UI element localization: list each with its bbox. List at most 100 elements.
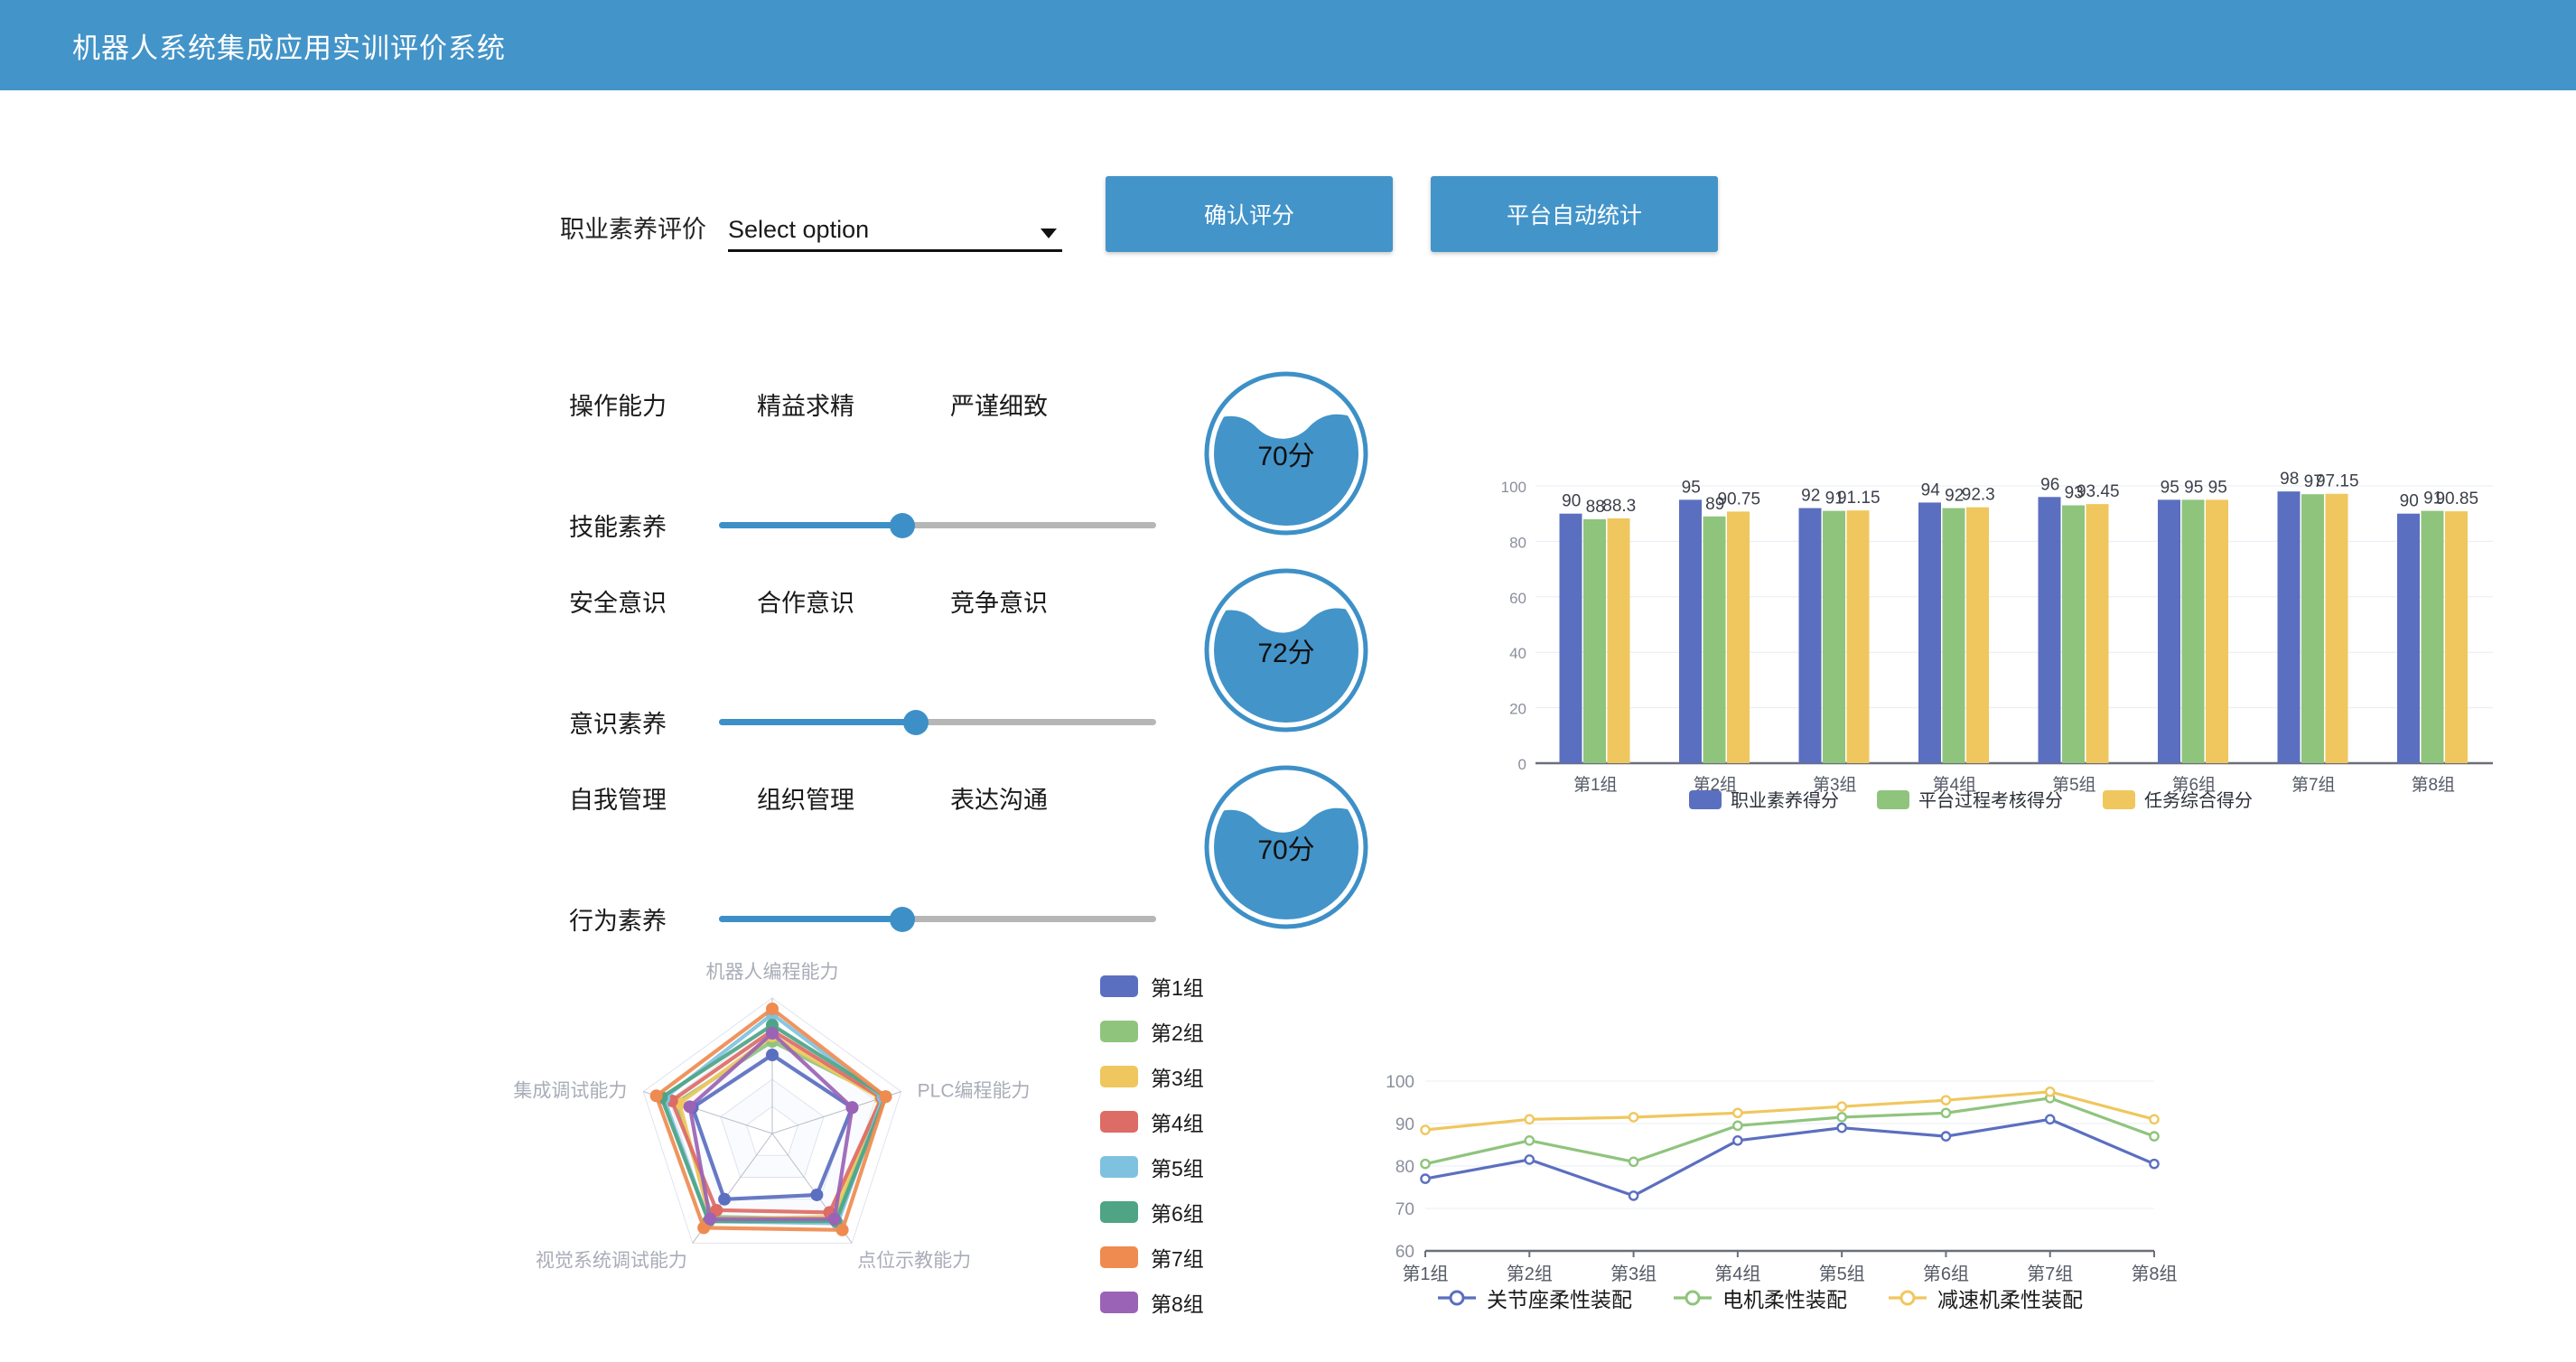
radar-legend-item[interactable]: 第8组 bbox=[1100, 1287, 1204, 1318]
svg-text:91.15: 91.15 bbox=[1837, 489, 1881, 508]
line-marker-icon bbox=[1889, 1290, 1927, 1306]
skill-quality-slider[interactable] bbox=[719, 512, 1156, 538]
svg-text:第6组: 第6组 bbox=[1923, 1264, 1969, 1284]
toolbar: 职业素养评价 Select option 确认评分 平台自动统计 bbox=[560, 176, 1718, 252]
gauge-behavior: 70分 bbox=[1201, 762, 1371, 932]
capability-radar-chart[interactable]: 机器人编程能力 PLC编程能力 点位示教能力 视觉系统调试能力 集成调试能力 bbox=[470, 939, 1120, 1319]
svg-text:90.75: 90.75 bbox=[1717, 490, 1760, 508]
legend-swatch bbox=[1100, 975, 1138, 997]
slider-thumb[interactable] bbox=[890, 906, 916, 932]
line-chart-legend: 关节座柔性装配 电机柔性装配 减速机柔性装配 bbox=[1436, 1283, 2083, 1313]
legend-swatch bbox=[1100, 1066, 1138, 1087]
platform-auto-stat-button[interactable]: 平台自动统计 bbox=[1431, 176, 1718, 252]
radar-legend-item[interactable]: 第1组 bbox=[1100, 971, 1204, 1002]
confirm-score-button[interactable]: 确认评分 bbox=[1106, 176, 1393, 252]
tag-label: 合作意识 bbox=[757, 590, 854, 617]
svg-text:第7组: 第7组 bbox=[2291, 775, 2336, 795]
tag-label: 表达沟通 bbox=[950, 787, 1048, 814]
svg-text:93.45: 93.45 bbox=[2077, 482, 2120, 501]
svg-text:96: 96 bbox=[2040, 475, 2059, 494]
svg-text:100: 100 bbox=[1501, 479, 1526, 496]
awareness-quality-slider[interactable] bbox=[719, 709, 1156, 735]
svg-text:95: 95 bbox=[2208, 478, 2227, 497]
gauge-skill: 70分 bbox=[1201, 368, 1371, 538]
svg-text:第1组: 第1组 bbox=[1573, 775, 1618, 795]
svg-text:88.3: 88.3 bbox=[1602, 497, 1636, 516]
radar-legend: 第1组第2组第3组第4组第5组第6组第7组第8组 bbox=[1100, 971, 1204, 1318]
legend-swatch bbox=[1100, 1111, 1138, 1133]
slider-label: 行为素养 bbox=[569, 908, 667, 935]
svg-text:98: 98 bbox=[2280, 470, 2299, 489]
radar-legend-item[interactable]: 第7组 bbox=[1100, 1242, 1204, 1273]
line-legend-item[interactable]: 电机柔性装配 bbox=[1672, 1283, 1847, 1313]
gauge-value: 70分 bbox=[1257, 442, 1315, 471]
slider-row: 行为素养 bbox=[569, 901, 1156, 937]
legend-label: 电机柔性装配 bbox=[1722, 1288, 1847, 1311]
slider-row: 技能素养 bbox=[569, 508, 1156, 543]
line-marker-icon bbox=[1438, 1290, 1476, 1306]
svg-text:第1组: 第1组 bbox=[1402, 1264, 1448, 1284]
svg-text:集成调试能力: 集成调试能力 bbox=[513, 1081, 627, 1102]
line-legend-item[interactable]: 减速机柔性装配 bbox=[1887, 1283, 2083, 1313]
svg-text:90.85: 90.85 bbox=[2435, 490, 2478, 508]
tag-label: 组织管理 bbox=[757, 787, 854, 814]
svg-text:94: 94 bbox=[1921, 480, 1941, 499]
svg-text:职业素养得分: 职业素养得分 bbox=[1731, 790, 1839, 811]
slider-label: 意识素养 bbox=[569, 711, 667, 738]
svg-text:90: 90 bbox=[2400, 492, 2419, 511]
slider-label: 技能素养 bbox=[569, 514, 667, 541]
radar-legend-item[interactable]: 第5组 bbox=[1100, 1152, 1204, 1182]
tag-label: 自我管理 bbox=[569, 787, 667, 814]
tag-label: 安全意识 bbox=[569, 590, 667, 617]
slider-fill bbox=[719, 916, 903, 922]
svg-text:92.3: 92.3 bbox=[1962, 486, 1995, 505]
evaluation-select[interactable]: Select option bbox=[728, 216, 1062, 252]
svg-text:PLC编程能力: PLC编程能力 bbox=[918, 1081, 1031, 1102]
group-scores-bar-chart[interactable]: 0 20 40 60 80 100 90 88 88.3 第1组 95 89 90.75 第2组 92 91 9… bbox=[1472, 443, 2502, 840]
svg-text:第5组: 第5组 bbox=[1819, 1264, 1865, 1284]
svg-text:第8组: 第8组 bbox=[2131, 1264, 2177, 1284]
legend-label: 关节座柔性装配 bbox=[1487, 1288, 1632, 1311]
legend-swatch bbox=[1100, 1021, 1138, 1042]
gauge-value: 70分 bbox=[1257, 835, 1315, 865]
svg-text:平台过程考核得分: 平台过程考核得分 bbox=[1918, 790, 2063, 811]
svg-text:80: 80 bbox=[1509, 534, 1526, 551]
slider-row: 意识素养 bbox=[569, 704, 1156, 740]
slider-thumb[interactable] bbox=[902, 709, 929, 735]
slider-fill bbox=[719, 719, 916, 725]
svg-text:第7组: 第7组 bbox=[2027, 1264, 2073, 1284]
tag-row: 自我管理 组织管理 表达沟通 bbox=[569, 780, 1129, 816]
svg-text:95: 95 bbox=[2184, 478, 2203, 497]
gauge-awareness: 72分 bbox=[1201, 565, 1371, 735]
line-marker-icon bbox=[1674, 1290, 1712, 1306]
svg-text:60: 60 bbox=[1509, 590, 1526, 607]
behavior-quality-slider[interactable] bbox=[719, 906, 1156, 932]
svg-text:70: 70 bbox=[1395, 1200, 1414, 1219]
line-legend-item[interactable]: 关节座柔性装配 bbox=[1436, 1283, 1632, 1313]
score-gauges: 70分 72分 70分 bbox=[1201, 368, 1371, 959]
radar-legend-item[interactable]: 第3组 bbox=[1100, 1061, 1204, 1092]
svg-text:第2组: 第2组 bbox=[1507, 1264, 1553, 1284]
svg-text:100: 100 bbox=[1386, 1073, 1414, 1092]
tag-row: 操作能力 精益求精 严谨细致 bbox=[569, 387, 1129, 422]
legend-label: 第5组 bbox=[1151, 1157, 1204, 1180]
svg-text:40: 40 bbox=[1509, 645, 1526, 662]
radar-legend-item[interactable]: 第4组 bbox=[1100, 1106, 1204, 1137]
radar-legend-item[interactable]: 第2组 bbox=[1100, 1016, 1204, 1047]
app-header: 机器人系统集成应用实训评价系统 bbox=[0, 0, 2576, 90]
svg-text:90: 90 bbox=[1395, 1115, 1414, 1134]
svg-text:20: 20 bbox=[1509, 701, 1526, 718]
svg-text:95: 95 bbox=[1682, 478, 1701, 497]
evaluation-block-awareness: 安全意识 合作意识 竞争意识 意识素养 bbox=[542, 567, 1174, 764]
legend-label: 第2组 bbox=[1151, 1022, 1204, 1045]
slider-thumb[interactable] bbox=[890, 512, 916, 538]
tag-label: 精益求精 bbox=[757, 393, 854, 420]
evaluation-block-behavior: 自我管理 组织管理 表达沟通 行为素养 bbox=[542, 764, 1174, 961]
slider-fill bbox=[719, 522, 903, 528]
svg-text:97.15: 97.15 bbox=[2316, 472, 2359, 491]
svg-text:机器人编程能力: 机器人编程能力 bbox=[706, 962, 839, 983]
legend-label: 第3组 bbox=[1151, 1067, 1204, 1090]
legend-swatch bbox=[1100, 1292, 1138, 1313]
evaluation-type-label: 职业素养评价 bbox=[560, 216, 706, 243]
radar-legend-item[interactable]: 第6组 bbox=[1100, 1197, 1204, 1227]
